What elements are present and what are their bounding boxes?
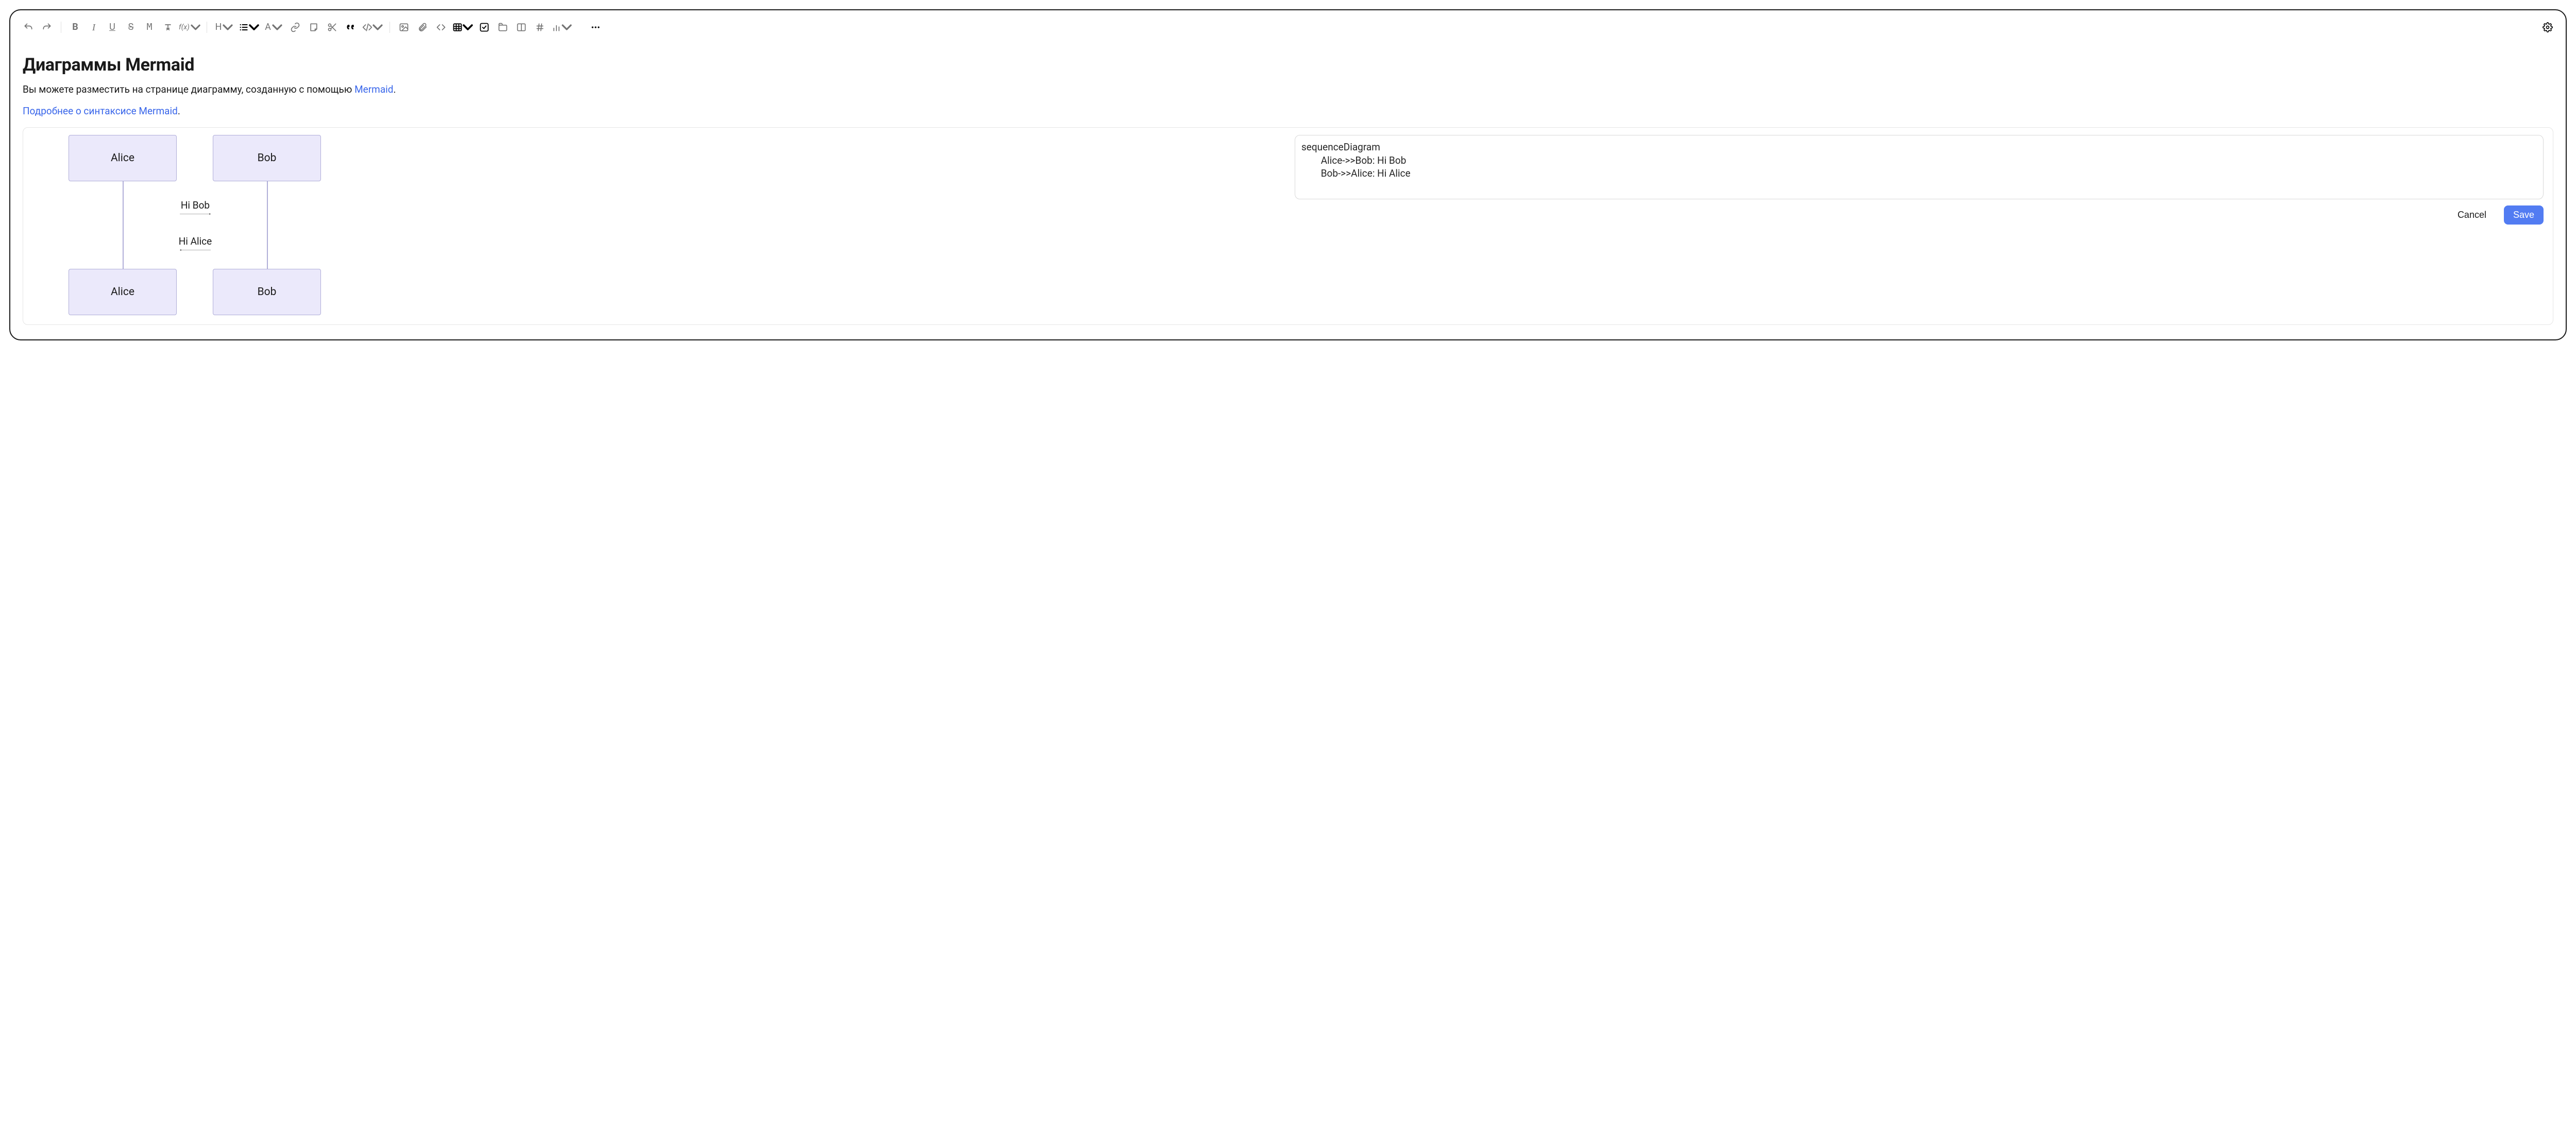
checkbox-button[interactable] <box>477 20 492 35</box>
actor-label: Bob <box>258 152 277 164</box>
math-button[interactable]: f(x) <box>179 20 200 35</box>
mermaid-panel: Alice Bob Alice Bob Hi Bob Hi Alice <box>23 127 2553 325</box>
more-button[interactable] <box>588 20 603 35</box>
mermaid-source-input[interactable] <box>1295 135 2544 199</box>
columns-button[interactable] <box>514 20 529 35</box>
arrow-right-icon <box>123 213 267 215</box>
font-letter: A <box>265 23 271 32</box>
save-button[interactable]: Save <box>2504 205 2544 225</box>
columns-icon <box>516 22 527 32</box>
message-label: Hi Alice <box>179 235 212 247</box>
arrow-left-icon <box>123 249 267 251</box>
cancel-button[interactable]: Cancel <box>2448 205 2496 225</box>
list-button[interactable] <box>238 20 260 35</box>
tabs-button[interactable] <box>495 20 511 35</box>
scissors-icon <box>327 22 337 32</box>
undo-button[interactable] <box>21 20 36 35</box>
link-icon <box>290 22 300 32</box>
chevron-down-icon <box>249 22 259 32</box>
paperclip-icon <box>417 22 428 32</box>
message-ba: Hi Alice <box>123 235 267 251</box>
lifeline-alice <box>123 181 124 269</box>
clear-formatting-button[interactable] <box>160 20 176 35</box>
intro-text: Вы можете разместить на странице диаграм… <box>23 83 354 95</box>
chart-button[interactable] <box>551 20 572 35</box>
quote-icon <box>346 22 356 32</box>
code-button[interactable] <box>362 20 383 35</box>
chevron-down-icon <box>372 22 383 32</box>
more-horizontal-icon <box>590 22 601 32</box>
monospace-button[interactable]: M <box>142 20 157 35</box>
actor-box-alice-top: Alice <box>69 135 177 181</box>
toolbar-separator <box>389 22 390 33</box>
syntax-suffix: . <box>178 105 180 117</box>
actor-label: Alice <box>111 286 134 298</box>
underline-button[interactable]: U <box>105 20 120 35</box>
note-icon <box>309 22 319 32</box>
tabs-icon <box>498 22 508 32</box>
strikethrough-button[interactable]: S <box>123 20 139 35</box>
chevron-down-icon <box>223 22 233 32</box>
intro-paragraph: Вы можете разместить на странице диаграм… <box>23 82 2553 97</box>
toolbar: B I U S M f(x) H A <box>20 18 2556 42</box>
code-icon <box>362 22 372 32</box>
math-label: f(x) <box>179 24 190 31</box>
attachment-button[interactable] <box>415 20 430 35</box>
actor-box-alice-bottom: Alice <box>69 269 177 315</box>
syntax-paragraph: Подробнее о синтаксисе Mermaid. <box>23 104 2553 118</box>
mermaid-preview: Alice Bob Alice Bob Hi Bob Hi Alice <box>32 135 1281 315</box>
lifeline-bob <box>267 181 268 269</box>
intro-suffix: . <box>394 83 396 95</box>
actor-box-bob-top: Bob <box>213 135 321 181</box>
redo-button[interactable] <box>39 20 55 35</box>
italic-button[interactable]: I <box>86 20 101 35</box>
heading-letter: H <box>215 23 222 32</box>
settings-button[interactable] <box>2540 20 2555 35</box>
gear-icon <box>2543 22 2553 32</box>
editor-actions: Cancel Save <box>1295 205 2544 225</box>
editor-window: B I U S M f(x) H A <box>9 9 2567 340</box>
mermaid-link[interactable]: Mermaid <box>354 83 393 95</box>
embed-code-button[interactable] <box>433 20 449 35</box>
table-icon <box>452 22 463 32</box>
anchor-button[interactable] <box>532 20 548 35</box>
quote-button[interactable] <box>343 20 359 35</box>
checkbox-icon <box>479 22 489 32</box>
list-icon <box>239 22 249 32</box>
text-color-button[interactable]: A <box>263 20 284 35</box>
image-icon <box>399 22 409 32</box>
heading-button[interactable]: H <box>213 20 235 35</box>
image-button[interactable] <box>396 20 412 35</box>
bold-button[interactable]: B <box>67 20 83 35</box>
cut-button[interactable] <box>325 20 340 35</box>
code-brackets-icon <box>436 22 446 32</box>
chevron-down-icon <box>562 22 572 32</box>
chevron-down-icon <box>463 22 473 32</box>
chevron-down-icon <box>191 22 200 32</box>
hash-icon <box>535 22 545 32</box>
actor-label: Bob <box>258 286 277 298</box>
actor-label: Alice <box>111 152 134 164</box>
chart-icon <box>551 22 562 32</box>
chevron-down-icon <box>272 22 282 32</box>
page-title: Диаграммы Mermaid <box>23 55 2553 75</box>
mermaid-editor: Cancel Save <box>1295 135 2544 225</box>
message-label: Hi Bob <box>181 199 210 211</box>
message-ab: Hi Bob <box>123 199 267 215</box>
note-button[interactable] <box>306 20 321 35</box>
link-button[interactable] <box>287 20 303 35</box>
page-content: Диаграммы Mermaid Вы можете разместить н… <box>20 42 2556 325</box>
actor-box-bob-bottom: Bob <box>213 269 321 315</box>
syntax-link[interactable]: Подробнее о синтаксисе Mermaid <box>23 105 178 117</box>
table-button[interactable] <box>452 20 473 35</box>
